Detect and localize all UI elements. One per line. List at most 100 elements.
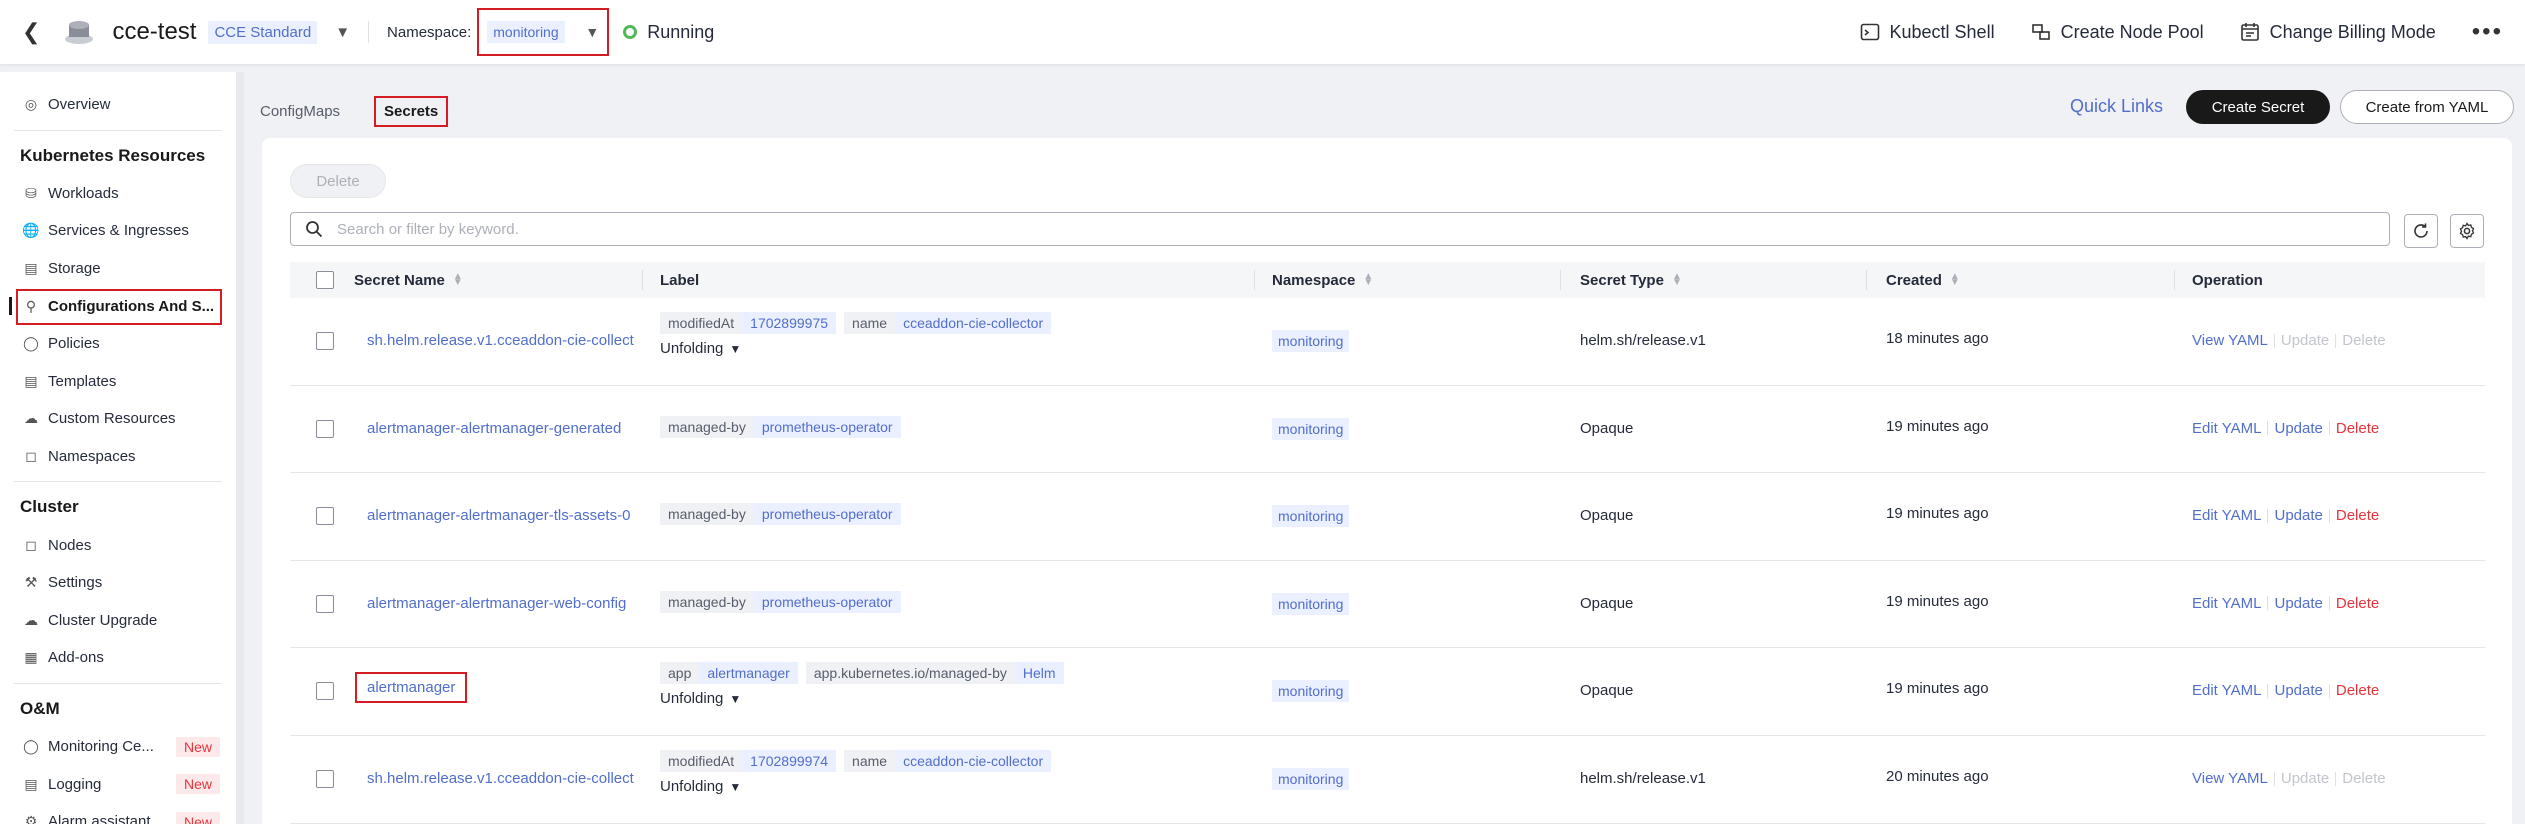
secret-name-link[interactable]: alertmanager-alertmanager-web-config [367,595,626,612]
namespace-tag: monitoring [1272,680,1350,703]
cluster-switch-caret-icon[interactable]: ▼ [335,24,350,41]
sidebar-item-monitoring-center[interactable]: ◯ Monitoring Ce... New [0,728,236,766]
secret-name-link[interactable]: alertmanager [355,672,468,704]
column-header-label: Namespace [1272,271,1356,289]
row-checkbox[interactable] [316,332,334,350]
row-checkbox[interactable] [316,507,334,526]
checkbox[interactable] [316,419,334,438]
checkbox[interactable] [316,770,334,788]
secret-name-link[interactable]: sh.helm.release.v1.cceaddon-cie-collect [367,770,634,787]
sidebar-item-templates[interactable]: ▤ Templates [0,363,236,401]
update-link[interactable]: Update [2274,682,2322,699]
edit-yaml-link[interactable]: Edit YAML [2192,507,2261,524]
sidebar-item-nodes[interactable]: ◻ Nodes [0,526,236,564]
checkbox[interactable] [316,594,334,613]
sidebar-item-settings[interactable]: ⚒ Settings [0,564,236,602]
sidebar-item-configurations[interactable]: ⚲ Configurations And S... [0,287,236,326]
sidebar-item-services-ingresses[interactable]: 🌐 Services & Ingresses [0,212,236,250]
tab-configmaps[interactable]: ConfigMaps [260,103,340,120]
change-billing-mode-button[interactable]: Change Billing Mode [2240,22,2436,43]
delete-link[interactable]: Delete [2336,420,2379,437]
sidebar-item-namespaces[interactable]: ◻ Namespaces [0,438,236,476]
more-options-icon[interactable]: ••• [2472,18,2503,46]
sort-icon[interactable]: ▲ ▼ [1672,272,1682,288]
namespace-select[interactable]: monitoring ▼ [477,8,610,56]
delete-link[interactable]: Delete [2336,507,2379,524]
sidebar-item-policies[interactable]: ◯ Policies [0,325,236,363]
label-tag: managed-by prometheus-operator [660,590,901,613]
sidebar-item-alarm-assistant[interactable]: ⚙ Alarm assistant New [0,803,236,824]
quick-links-link[interactable]: Quick Links [2070,96,2163,117]
unfolding-toggle[interactable]: Unfolding ▼ [660,340,741,357]
edit-yaml-link[interactable]: Edit YAML [2192,682,2261,699]
create-node-pool-button[interactable]: Create Node Pool [2031,22,2204,43]
secret-name-link[interactable]: alertmanager-alertmanager-generated [367,420,621,437]
sort-icon[interactable]: ▲ ▼ [1950,272,1960,288]
row-checkbox[interactable] [316,594,334,613]
column-namespace[interactable]: Namespace ▲ ▼ [1272,262,1373,298]
update-link[interactable]: Update [2274,595,2322,612]
tab-secrets[interactable]: Secrets [374,96,449,127]
op-divider [2328,508,2330,523]
create-secret-button[interactable]: Create Secret [2186,90,2330,124]
divider [14,129,222,131]
sidebar-item-add-ons[interactable]: ▦ Add-ons [0,639,236,677]
namespace-cell: monitoring [1272,330,1350,352]
edit-yaml-link[interactable]: Edit YAML [2192,420,2261,437]
sidebar-item-cluster-upgrade[interactable]: ☁ Cluster Upgrade [0,602,236,640]
op-divider [2273,333,2275,348]
sidebar-item-storage[interactable]: ▤ Storage [0,250,236,288]
settings-button[interactable] [2450,214,2484,248]
new-badge: New [175,736,220,757]
search-input[interactable] [337,220,2237,238]
unfolding-toggle[interactable]: Unfolding ▼ [660,778,741,795]
column-secret-name[interactable]: Secret Name ▲ ▼ [354,262,463,298]
row-checkbox[interactable] [316,770,334,788]
table-row: alertmanager-alertmanager-web-config mana… [290,561,2485,649]
refresh-button[interactable] [2404,214,2438,248]
row-checkbox[interactable] [316,682,334,701]
sort-icon[interactable]: ▲ ▼ [453,272,463,288]
update-link[interactable]: Update [2274,507,2322,524]
sidebar-item-custom-resources[interactable]: ☁ Custom Resources [0,400,236,438]
edit-yaml-link[interactable]: Edit YAML [2192,595,2261,612]
sidebar-item-overview[interactable]: ◎ Overview [0,86,236,124]
delete-link[interactable]: Delete [2336,682,2379,699]
checkbox[interactable] [316,332,334,350]
checkbox[interactable] [316,507,334,526]
created-cell: 19 minutes ago [1886,592,1989,610]
sort-icon[interactable]: ▲ ▼ [1363,272,1373,288]
storage-icon: ▤ [24,260,38,277]
monitoring-icon: ◯ [23,738,39,755]
sidebar-item-logging[interactable]: ▤ Logging New [0,765,236,803]
delete-link[interactable]: Delete [2336,595,2379,612]
sidebar-scrollbar[interactable] [236,72,244,824]
delete-button[interactable]: Delete [290,164,386,198]
gear-icon [2459,222,2475,240]
sidebar-item-label: Configurations And S... [48,297,215,315]
search-bar[interactable] [290,212,2390,246]
row-checkbox[interactable] [316,419,334,438]
secret-type-cell: Opaque [1580,682,1634,700]
namespace-tag: monitoring [1272,330,1350,352]
column-created[interactable]: Created ▲ ▼ [1886,262,1960,298]
sidebar-item-workloads[interactable]: ⛁ Workloads [0,175,236,213]
column-secret-type[interactable]: Secret Type ▲ ▼ [1580,262,1682,298]
create-from-yaml-button[interactable]: Create from YAML [2340,90,2514,124]
secret-name-link[interactable]: sh.helm.release.v1.cceaddon-cie-collect [367,332,634,349]
kubectl-shell-button[interactable]: Kubectl Shell [1860,22,1995,43]
checkbox[interactable] [316,271,334,289]
secret-name-link[interactable]: alertmanager-alertmanager-tls-assets-0 [367,507,630,524]
update-link[interactable]: Update [2274,420,2322,437]
checkbox[interactable] [316,682,334,701]
label-tag: modifiedAt 1702899974 [660,750,837,772]
view-yaml-link[interactable]: View YAML [2192,770,2268,787]
select-all-checkbox[interactable] [316,262,334,298]
view-yaml-link[interactable]: View YAML [2192,332,2268,349]
secret-name-cell: alertmanager-alertmanager-web-config [367,595,626,612]
operation-cell: View YAML Update Delete [2192,332,2386,349]
label-cell: modifiedAt 1702899974 name cceaddon-cie-col… [660,750,1059,795]
operation-cell: View YAML Update Delete [2192,770,2386,787]
back-arrow-icon[interactable]: ❮ [22,19,40,45]
unfolding-toggle[interactable]: Unfolding ▼ [660,690,741,707]
